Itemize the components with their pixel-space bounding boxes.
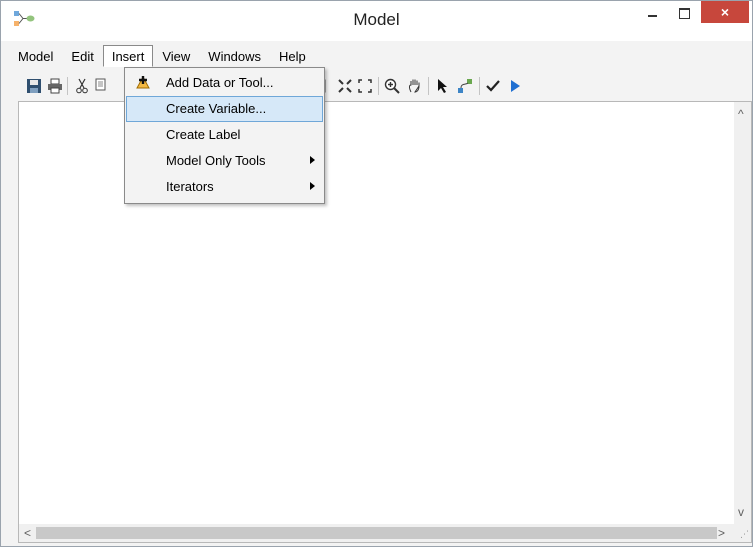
menu-item-iterators[interactable]: Iterators — [126, 174, 323, 200]
menu-insert[interactable]: Insert — [102, 45, 154, 67]
copy-icon[interactable] — [94, 78, 110, 94]
scroll-right-arrow[interactable]: > — [718, 527, 725, 539]
menu-item-model-only-tools[interactable]: Model Only Tools — [126, 148, 323, 174]
menu-model[interactable]: Model — [9, 45, 62, 67]
add-data-icon — [136, 75, 150, 89]
cut-icon[interactable] — [74, 78, 90, 94]
menu-item-create-label[interactable]: Create Label — [126, 122, 323, 148]
save-icon[interactable] — [26, 78, 42, 94]
zoom-to-extent-icon[interactable] — [357, 78, 373, 94]
resize-grip[interactable]: ⋰ — [740, 529, 749, 540]
menu-windows[interactable]: Windows — [199, 45, 270, 67]
menu-item-label: Iterators — [166, 179, 214, 194]
horizontal-scrollbar[interactable]: < > ⋰ — [19, 524, 751, 542]
minimize-button[interactable] — [639, 1, 665, 25]
scroll-down-arrow[interactable]: v — [738, 506, 744, 518]
validate-icon[interactable] — [485, 78, 501, 94]
scroll-up-arrow[interactable]: ^ — [738, 108, 744, 120]
close-button[interactable]: × — [701, 1, 749, 23]
submenu-arrow-icon — [310, 182, 315, 190]
print-icon[interactable] — [47, 78, 63, 94]
scroll-left-arrow[interactable]: < — [24, 527, 31, 539]
menu-item-create-variable[interactable]: Create Variable... — [126, 96, 323, 122]
submenu-arrow-icon — [310, 156, 315, 164]
vertical-scrollbar[interactable]: ^ v — [734, 102, 751, 525]
horizontal-scroll-thumb[interactable] — [36, 527, 717, 539]
insert-dropdown-menu: Add Data or Tool... Create Variable... C… — [124, 67, 325, 204]
title-bar[interactable]: Model × — [1, 1, 752, 41]
select-icon[interactable] — [435, 78, 451, 94]
menu-view[interactable]: View — [153, 45, 199, 67]
menu-edit[interactable]: Edit — [62, 45, 102, 67]
menu-help[interactable]: Help — [270, 45, 315, 67]
fit-to-window-icon[interactable] — [337, 78, 353, 94]
maximize-button[interactable] — [671, 1, 697, 25]
pan-icon[interactable] — [407, 78, 423, 94]
menu-item-label: Model Only Tools — [166, 153, 266, 168]
menu-item-label: Add Data or Tool... — [166, 75, 274, 90]
menu-item-add-data-or-tool[interactable]: Add Data or Tool... — [126, 70, 323, 96]
zoom-in-icon[interactable] — [384, 78, 400, 94]
menu-item-label: Create Label — [166, 127, 241, 142]
connect-icon[interactable] — [457, 78, 473, 94]
run-icon[interactable] — [507, 78, 523, 94]
menu-bar: Model Edit Insert View Windows Help — [9, 45, 315, 67]
model-window: Model × Model Edit Insert View Windows H… — [0, 0, 753, 547]
menu-item-label: Create Variable... — [166, 101, 267, 116]
